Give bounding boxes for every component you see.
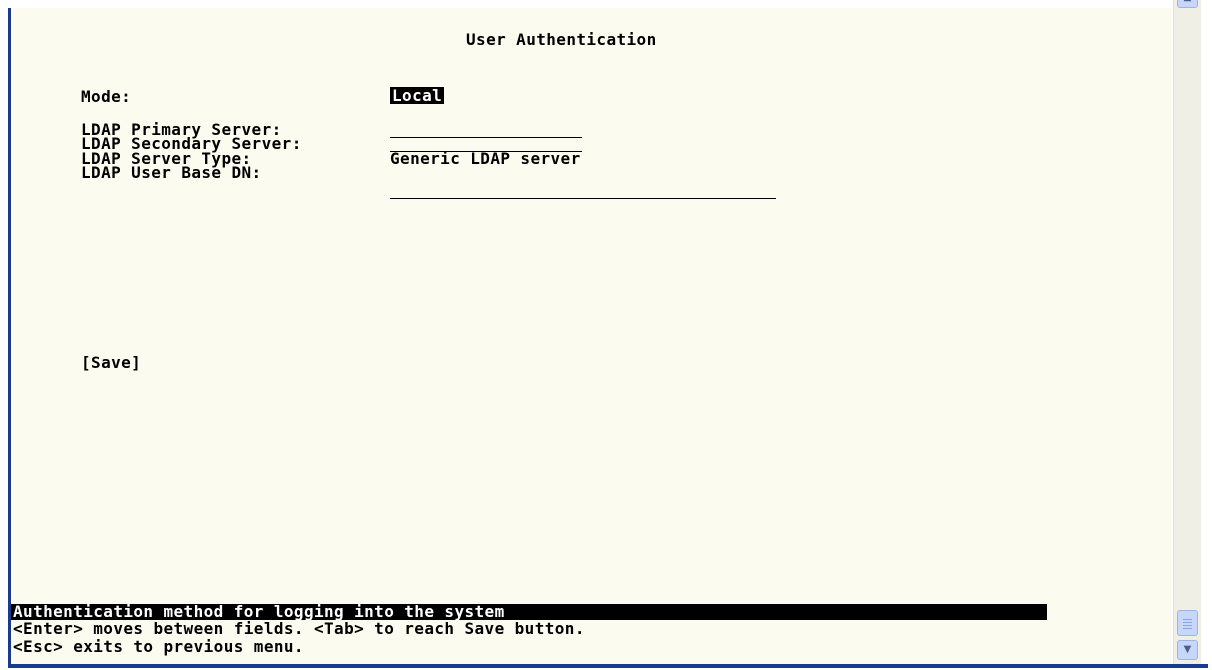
navigation-hint: <Enter> moves between fields. <Tab> to r… [13,619,585,638]
mode-label: Mode: [81,87,132,106]
escape-hint: <Esc> exits to previous menu. [13,637,304,656]
vertical-scrollbar[interactable]: ▲ ▼ [1173,0,1201,666]
scrollbar-thumb[interactable] [1177,610,1198,636]
thumb-grip-line [1183,625,1192,626]
mode-selector[interactable]: Local [390,87,445,104]
scroll-down-button[interactable]: ▼ [1177,640,1198,660]
thumb-grip-line [1183,619,1192,620]
scroll-up-button[interactable]: ▲ [1177,0,1198,8]
chevron-up-icon: ▲ [1184,0,1192,3]
help-text: Authentication method for logging into t… [13,602,505,621]
thumb-grip-line [1183,622,1192,623]
terminal-window: User Authentication Mode: Local LDAP Pri… [0,0,1212,670]
thumb-grip-line [1183,628,1192,629]
window-bottom-border [8,664,1208,668]
ldap-server-type-selector[interactable]: Generic LDAP server [390,150,581,167]
save-button[interactable]: [Save] [81,354,141,371]
top-strip [11,0,1171,8]
ldap-user-base-dn-field[interactable] [390,198,776,199]
chevron-down-icon: ▼ [1183,644,1192,655]
terminal-screen: User Authentication Mode: Local LDAP Pri… [11,8,1171,666]
page-title: User Authentication [466,30,657,49]
help-status-bar: Authentication method for logging into t… [11,602,1047,621]
ldap-user-base-dn-label: LDAP User Base DN: [81,163,262,182]
ldap-primary-server-field[interactable] [390,137,582,138]
